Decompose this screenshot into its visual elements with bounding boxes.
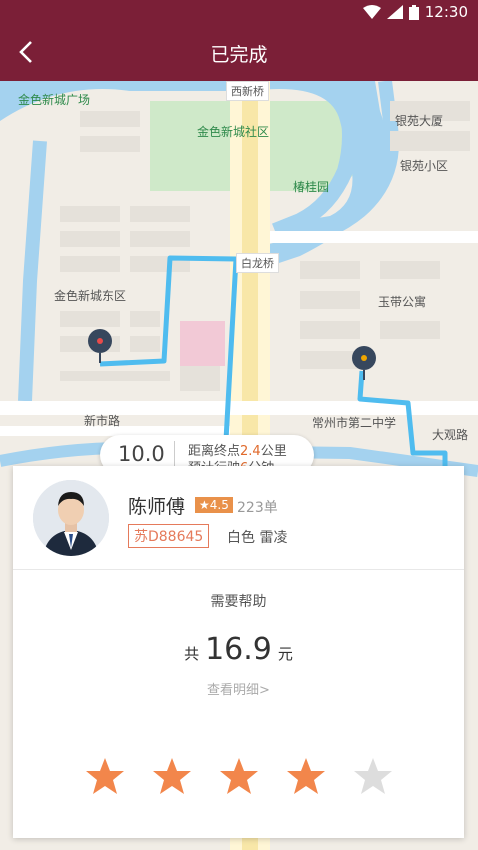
- star-icon[interactable]: [219, 756, 259, 796]
- map-label: 西新桥: [226, 81, 269, 101]
- wifi-icon: [362, 5, 381, 19]
- end-marker-icon: [352, 346, 376, 380]
- fare-unit: 元: [277, 645, 293, 663]
- star-icon[interactable]: [286, 756, 326, 796]
- map-label: 椿桂园: [293, 180, 330, 194]
- map-label: 新市路: [84, 414, 121, 428]
- driver-order-count: 223单: [237, 500, 278, 516]
- rating-stars[interactable]: [85, 756, 393, 796]
- start-marker-icon: [88, 329, 112, 363]
- card-divider: [13, 569, 464, 570]
- avatar: [33, 480, 109, 556]
- trip-km: 10.0: [118, 442, 165, 466]
- star-icon[interactable]: [152, 756, 192, 796]
- page-title: 已完成: [210, 44, 268, 66]
- signal-icon: [386, 5, 403, 19]
- driver-name: 陈师傅: [128, 496, 186, 518]
- fare-amount: 16.9: [205, 632, 272, 667]
- map-label: 金色新城社区: [197, 125, 270, 139]
- map-label: 金色新城东区: [54, 289, 127, 303]
- map-label: 大观路: [432, 428, 469, 442]
- map-label: 银苑大厦: [395, 114, 444, 128]
- map-label: 玉带公寓: [378, 295, 427, 309]
- help-link[interactable]: 需要帮助: [13, 591, 464, 611]
- car-info: 白色 雷凌: [227, 530, 288, 546]
- star-icon[interactable]: [353, 756, 393, 796]
- driver-rating-badge: ★4.5: [195, 497, 233, 513]
- map-label: 白龙桥: [236, 253, 279, 273]
- license-plate: 苏D88645: [128, 524, 210, 548]
- view-details-link[interactable]: 查看明细>: [13, 679, 464, 698]
- map-label: 常州市第二中学: [312, 416, 397, 430]
- battery-icon: [408, 4, 419, 20]
- star-icon[interactable]: [85, 756, 125, 796]
- fare-total: 共 16.9 元: [13, 632, 464, 667]
- map-label: 金色新城广场: [18, 93, 91, 107]
- status-bar: 12:30: [0, 0, 478, 25]
- pill-divider: [174, 441, 175, 469]
- fare-prefix: 共: [184, 645, 200, 663]
- status-time: 12:30: [424, 3, 468, 21]
- title-bar: 已完成: [0, 25, 478, 81]
- map-label: 银苑小区: [400, 159, 449, 173]
- trip-summary-card: 陈师傅 ★4.5 223单 苏D88645 白色 雷凌 需要帮助 共 16.9 元 …: [13, 466, 464, 838]
